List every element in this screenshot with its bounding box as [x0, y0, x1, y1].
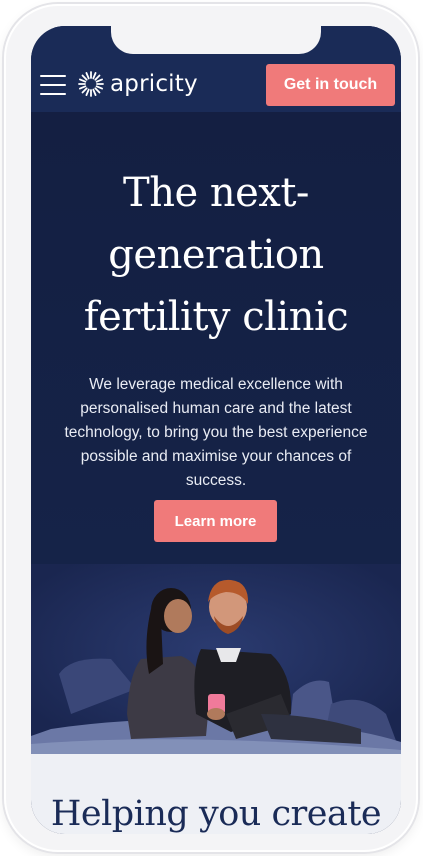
section-heading: Helping you create: [50, 794, 382, 834]
learn-more-button[interactable]: Learn more: [154, 500, 277, 542]
phone-screen: apricity Get in touch The next- generati…: [31, 26, 401, 834]
sunburst-logo-icon: [78, 71, 104, 97]
hero-subtitle-line: personalised human care and the latest: [80, 400, 352, 417]
hero-photo-couple: [31, 564, 401, 754]
hero-subtitle-line: possible and maximise your chances of su…: [80, 448, 352, 489]
hero-section: The next- generation fertility clinic We…: [31, 112, 401, 754]
phone-notch: [111, 26, 321, 54]
hero-subtitle-line: technology, to bring you the best experi…: [64, 424, 368, 441]
phone-frame: apricity Get in touch The next- generati…: [4, 4, 418, 852]
hero-title-line: generation: [108, 232, 324, 278]
hero-title-line: fertility clinic: [83, 294, 349, 340]
get-in-touch-button[interactable]: Get in touch: [266, 64, 395, 106]
brand-name: apricity: [110, 71, 198, 97]
hero-subtitle-line: We leverage medical excellence with: [89, 376, 343, 393]
couple-illustration: [31, 564, 401, 754]
brand-logo[interactable]: apricity: [77, 70, 198, 98]
hero-title-line: The next-: [123, 170, 309, 216]
hamburger-menu-icon[interactable]: [40, 75, 66, 95]
hero-subtitle: We leverage medical excellence with pers…: [49, 373, 383, 493]
intro-section: Helping you create: [31, 754, 401, 834]
hero-title: The next- generation fertility clinic: [31, 162, 401, 348]
